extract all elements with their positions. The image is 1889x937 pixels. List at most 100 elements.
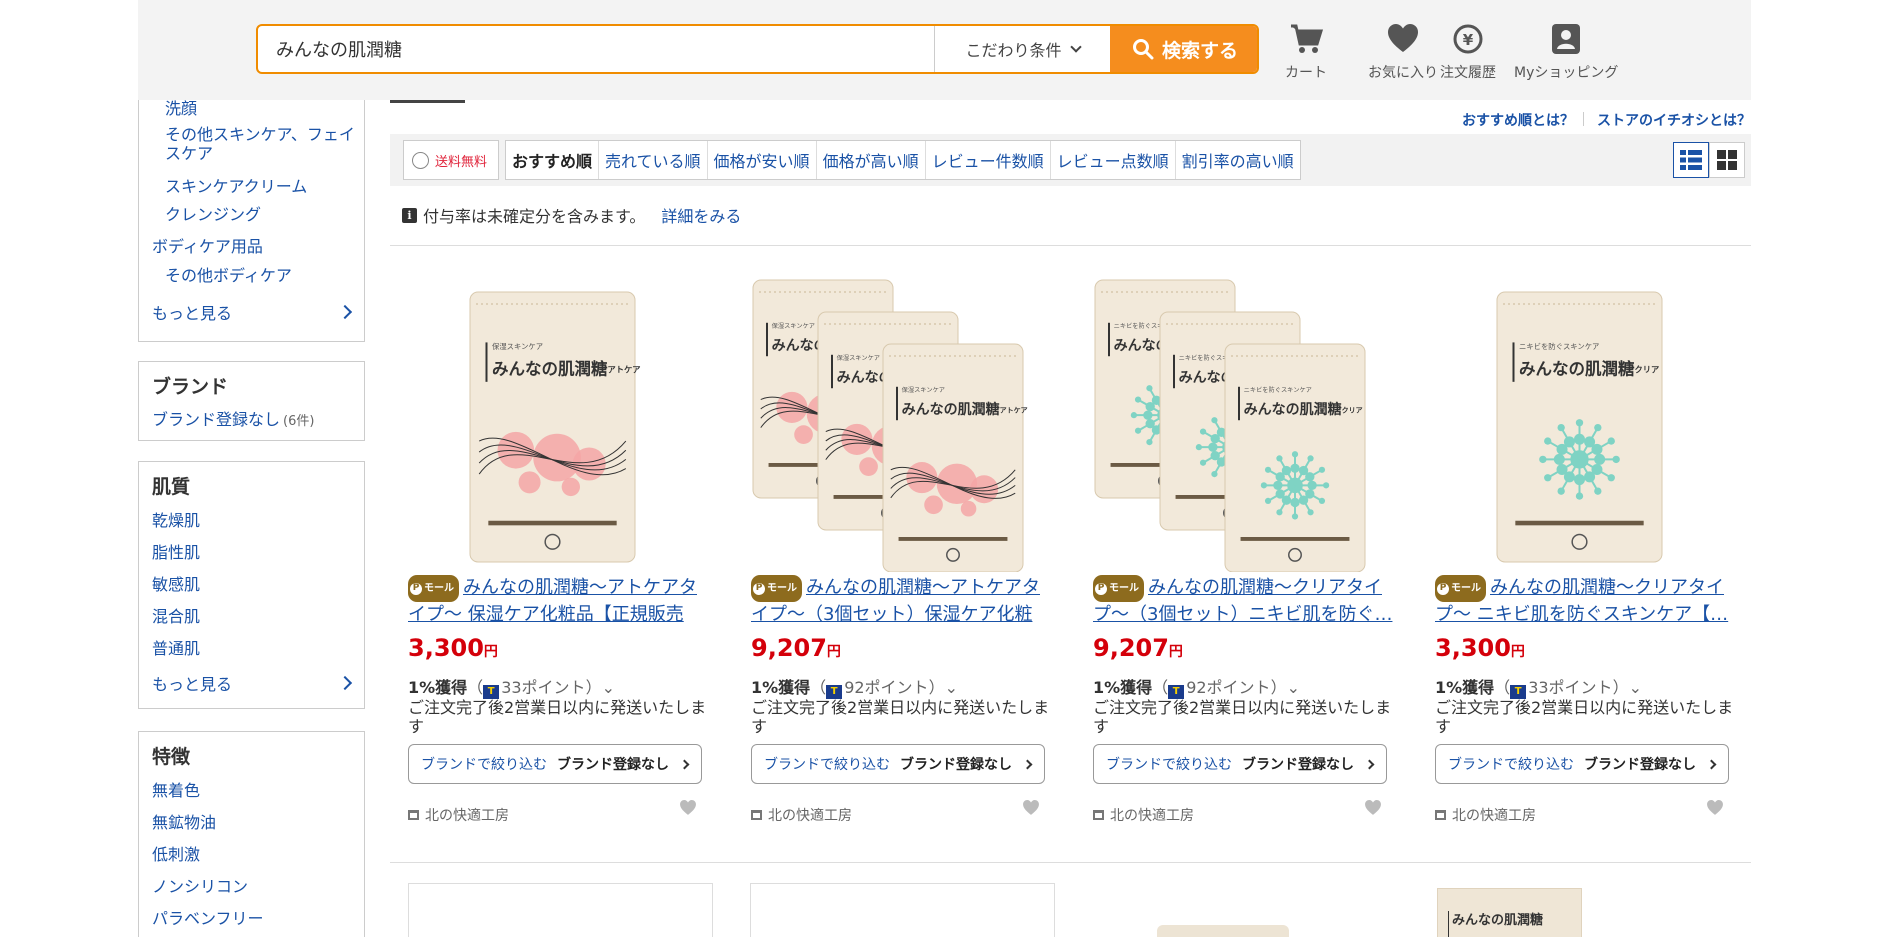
- search-input[interactable]: [258, 26, 934, 72]
- mall-badge: P モール: [1435, 575, 1486, 602]
- product-image[interactable]: 保湿スキンケアみんなの肌潤糖アトケア保湿スキンケアみんなの肌潤糖アトケア保湿スキ…: [733, 272, 1038, 572]
- skin-type-item[interactable]: 脂性肌: [152, 539, 200, 563]
- product-image-placeholder[interactable]: [408, 883, 713, 937]
- points-note: i 付与率は未確定分を含みます。 詳細をみる: [402, 203, 741, 227]
- product-image-placeholder[interactable]: [750, 883, 1055, 937]
- shipping-info: ご注文完了後2営業日以内に発送いたします: [408, 698, 707, 736]
- product-price: 3,300円: [1435, 634, 1525, 662]
- product-image-partial[interactable]: [1157, 925, 1289, 937]
- mall-badge: P モール: [751, 575, 802, 602]
- category-filter-box: 洗顔 その他スキンケア、フェイスケア スキンケアクリーム クレンジング ボディケ…: [138, 99, 365, 342]
- chevron-right-icon: [337, 675, 353, 691]
- product-title-link[interactable]: P モール みんなの肌潤糖～クリアタイプ～ ニキビ肌を防ぐスキンケア【…: [1435, 575, 1735, 625]
- svg-text:ニキビを防ぐスキンケア: ニキビを防ぐスキンケア: [1519, 342, 1599, 351]
- product-title-link[interactable]: Pモールみんなの肌潤糖～アトケアタイプ～ 保湿ケア化粧品【正規販売店】: [408, 575, 708, 625]
- skin-type-filter-box: 肌質 乾燥肌 脂性肌 敏感肌 混合肌 普通肌 もっと見る: [138, 461, 365, 709]
- my-shopping-link[interactable]: Myショッピング: [1514, 22, 1618, 82]
- t-point-icon: T: [483, 685, 500, 699]
- category-item[interactable]: その他スキンケア、フェイスケア: [165, 125, 355, 163]
- category-item[interactable]: ボディケア用品: [152, 233, 263, 257]
- favorite-heart-icon[interactable]: [678, 799, 698, 817]
- sort-option-discount[interactable]: 割引率の高い順: [1174, 141, 1300, 179]
- sort-option-price-low[interactable]: 価格が安い順: [706, 141, 816, 179]
- mall-badge: P モール: [408, 575, 459, 602]
- category-item[interactable]: 洗顔: [165, 95, 197, 119]
- cart-label: カート: [1285, 65, 1327, 81]
- sort-option-review-score[interactable]: レビュー点数順: [1049, 141, 1175, 179]
- category-more-link[interactable]: もっと見る: [152, 300, 232, 324]
- skin-type-item[interactable]: 敏感肌: [152, 571, 200, 595]
- product-image[interactable]: 保湿スキンケアみんなの肌潤糖 アトケア: [390, 272, 695, 572]
- category-item[interactable]: その他ボディケア: [165, 262, 292, 286]
- points-note-text: 付与率は未確定分を含みます。: [423, 207, 646, 226]
- condition-dropdown[interactable]: こだわり条件: [934, 26, 1110, 72]
- list-view-button[interactable]: [1673, 142, 1709, 178]
- store-icon: [408, 810, 419, 820]
- free-shipping-toggle[interactable]: 送料無料: [403, 140, 499, 180]
- favorite-heart-icon[interactable]: [1363, 799, 1383, 817]
- skin-type-heading: 肌質: [152, 476, 191, 498]
- category-item[interactable]: スキンケアクリーム: [165, 173, 307, 197]
- product-points[interactable]: 1%獲得（ T 92ポイント）⌄: [1093, 674, 1300, 699]
- feature-item[interactable]: 無鉱物油: [152, 809, 216, 833]
- brand-filter-button[interactable]: ブランドで絞り込む ブランド登録なし: [1093, 744, 1387, 784]
- active-tab-indicator: [390, 100, 465, 103]
- feature-item[interactable]: 無着色: [152, 777, 200, 801]
- skin-type-item[interactable]: 普通肌: [152, 635, 200, 659]
- cart-link[interactable]: カート: [1285, 22, 1327, 82]
- help-divider: [1583, 112, 1584, 126]
- sort-option-review-count[interactable]: レビュー件数順: [924, 141, 1050, 179]
- package-pouch: 保湿スキンケアみんなの肌潤糖アトケア: [469, 291, 641, 563]
- store-pick-help-link[interactable]: ストアのイチオシとは？: [1597, 110, 1751, 130]
- sort-option-recommended[interactable]: おすすめ順: [506, 141, 598, 179]
- brand-filter-button[interactable]: ブランドで絞り込む ブランド登録なし: [1435, 744, 1729, 784]
- order-history-link[interactable]: ¥ 注文履歴: [1440, 22, 1496, 82]
- sort-options: おすすめ順 売れている順 価格が安い順 価格が高い順 レビュー件数順 レビュー点…: [505, 140, 1301, 180]
- category-item[interactable]: クレンジング: [165, 201, 261, 225]
- recommend-help-link[interactable]: おすすめ順とは？: [1462, 110, 1574, 130]
- page: こだわり条件 検索する カート お気に入り ¥ 注文履歴 Myショッピング 洗顔: [0, 0, 1889, 937]
- favorites-link[interactable]: お気に入り: [1368, 22, 1438, 82]
- favorite-heart-icon[interactable]: [1705, 799, 1725, 817]
- store-link[interactable]: 北の快適工房: [1093, 805, 1194, 825]
- store-link[interactable]: 北の快適工房: [408, 805, 509, 825]
- info-icon: i: [402, 207, 417, 223]
- my-shopping-label: Myショッピング: [1514, 65, 1619, 81]
- sort-option-price-high[interactable]: 価格が高い順: [815, 141, 925, 179]
- store-icon: [751, 810, 762, 820]
- chevron-right-icon: [1364, 759, 1375, 769]
- points-note-link[interactable]: 詳細をみる: [661, 203, 741, 227]
- svg-text:保湿スキンケア: 保湿スキンケア: [772, 322, 815, 330]
- product-points[interactable]: 1%獲得（ T 92ポイント）⌄: [751, 674, 958, 699]
- product-title-link[interactable]: P モール みんなの肌潤糖～クリアタイプ～（3個セット）ニキビ肌を防ぐ…: [1093, 575, 1393, 625]
- brand-filter-button[interactable]: ブランドで絞り込む ブランド登録なし: [751, 744, 1045, 784]
- store-link[interactable]: 北の快適工房: [1435, 805, 1536, 825]
- feature-item[interactable]: パラベンフリー: [152, 905, 264, 929]
- svg-text:保湿スキンケア: 保湿スキンケア: [492, 342, 543, 351]
- product-title-link[interactable]: Pモールみんなの肌潤糖～アトケアタイプ～（3個セット）保湿ケア化粧品…: [751, 575, 1051, 625]
- package-pouch: ニキビを防ぐスキンケアみんなの肌潤糖クリア: [1496, 291, 1663, 563]
- product-points[interactable]: 1%獲得（ T 33ポイント）⌄: [1435, 674, 1642, 699]
- product-image[interactable]: ニキビを防ぐスキンケアみんなの肌潤糖クリアニキビを防ぐスキンケアみんなの肌潤糖ク…: [1075, 272, 1380, 572]
- skin-type-item[interactable]: 乾燥肌: [152, 507, 200, 531]
- product-image[interactable]: ニキビを防ぐスキンケアみんなの肌潤糖 クリア: [1417, 272, 1722, 572]
- condition-label: こだわり条件: [965, 41, 1062, 60]
- skin-type-more-link[interactable]: もっと見る: [152, 671, 232, 695]
- grid-view-button[interactable]: [1709, 142, 1745, 178]
- free-shipping-label: 送料無料: [435, 154, 488, 170]
- brand-item-label: ブランド登録なし: [152, 410, 281, 429]
- shipping-info: ご注文完了後2営業日以内に発送いたします: [751, 698, 1050, 736]
- brand-item[interactable]: ブランド登録なし (6件): [152, 406, 314, 430]
- search-button[interactable]: 検索する: [1110, 26, 1257, 72]
- skin-type-item[interactable]: 混合肌: [152, 603, 200, 627]
- store-link[interactable]: 北の快適工房: [751, 805, 852, 825]
- product-points[interactable]: 1%獲得（ T 33ポイント）⌄: [408, 674, 615, 699]
- product-image-partial[interactable]: みんなの肌潤糖: [1437, 888, 1582, 937]
- package-pouch: ニキビを防ぐスキンケアみんなの肌潤糖クリア: [1224, 343, 1366, 572]
- favorite-heart-icon[interactable]: [1021, 799, 1041, 817]
- feature-item[interactable]: ノンシリコン: [152, 873, 248, 897]
- sort-option-bestselling[interactable]: 売れている順: [598, 141, 707, 179]
- feature-item[interactable]: 低刺激: [152, 841, 200, 865]
- free-shipping-checkbox[interactable]: [412, 151, 429, 169]
- brand-filter-button[interactable]: ブランドで絞り込む ブランド登録なし: [408, 744, 702, 784]
